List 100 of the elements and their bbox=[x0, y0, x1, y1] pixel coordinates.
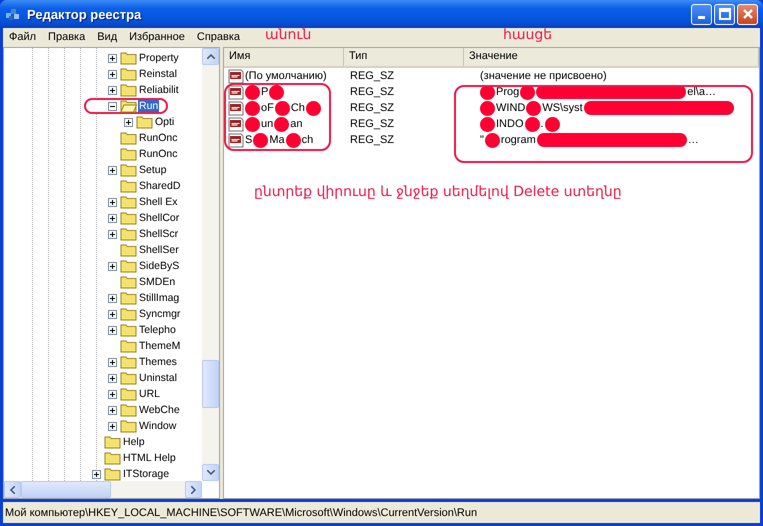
vertical-scrollbar[interactable] bbox=[202, 48, 219, 481]
expand-icon[interactable] bbox=[108, 358, 116, 366]
tree-item[interactable]: Reinstal bbox=[138, 68, 178, 80]
expand-icon[interactable] bbox=[108, 310, 116, 318]
menu-item[interactable]: Файл bbox=[3, 31, 42, 43]
string-value-icon bbox=[228, 132, 244, 148]
tree-item[interactable]: Reliabilit bbox=[138, 84, 180, 96]
window-title: Редактор реестра bbox=[27, 6, 142, 22]
redaction-mark bbox=[544, 116, 560, 132]
expand-icon[interactable] bbox=[108, 374, 116, 382]
expand-icon[interactable] bbox=[108, 214, 116, 222]
folder-icon bbox=[120, 259, 137, 273]
table-cell: WS\syst bbox=[542, 102, 583, 114]
expand-icon[interactable] bbox=[124, 118, 132, 126]
redaction-mark bbox=[286, 132, 301, 148]
tree-item[interactable]: ShellCor bbox=[138, 212, 180, 224]
scroll-thumb[interactable] bbox=[21, 481, 111, 498]
minimize-button[interactable] bbox=[691, 4, 712, 24]
collapse-icon[interactable] bbox=[108, 102, 116, 110]
expand-icon[interactable] bbox=[108, 326, 116, 334]
maximize-button[interactable] bbox=[714, 4, 735, 24]
folder-icon bbox=[120, 195, 137, 209]
string-value-icon bbox=[228, 68, 244, 84]
table-cell: P bbox=[261, 86, 268, 98]
redaction-mark bbox=[480, 116, 495, 132]
tree-item[interactable]: Shell Ex bbox=[138, 196, 179, 208]
tree-item[interactable]: URL bbox=[138, 388, 162, 400]
close-button[interactable] bbox=[737, 4, 758, 24]
tree-item[interactable]: Uninstal bbox=[138, 372, 178, 384]
tree-item[interactable]: Syncmgr bbox=[138, 308, 182, 320]
folder-icon bbox=[120, 307, 137, 321]
scroll-thumb[interactable] bbox=[202, 360, 219, 408]
redaction-mark bbox=[306, 100, 321, 116]
folder-icon bbox=[120, 99, 137, 113]
expand-icon[interactable] bbox=[108, 86, 116, 94]
menu-item[interactable]: Избранное bbox=[123, 31, 191, 43]
redaction-mark bbox=[524, 116, 540, 132]
expand-icon[interactable] bbox=[108, 230, 116, 238]
annotation-label: անուն bbox=[265, 27, 312, 43]
annotation-text: ընտրեք վիրուսը և ջնջեք սեղմելով Delete ստեղնը bbox=[254, 184, 623, 200]
redaction-mark bbox=[274, 116, 290, 132]
column-header[interactable]: Тип bbox=[344, 48, 464, 66]
redaction-mark bbox=[253, 132, 268, 148]
folder-icon bbox=[120, 339, 137, 353]
folder-icon bbox=[120, 131, 137, 145]
tree-item[interactable]: RunOnc bbox=[138, 148, 179, 160]
expand-icon[interactable] bbox=[108, 294, 116, 302]
tree-item[interactable]: RunOnc bbox=[138, 132, 179, 144]
table-cell: WIND bbox=[496, 102, 526, 114]
tree-item[interactable]: ShellSer bbox=[138, 244, 180, 256]
registry-cubes-icon bbox=[5, 6, 21, 22]
folder-icon bbox=[120, 419, 137, 433]
status-bar: Мой компьютер\HKEY_LOCAL_MACHINE\SOFTWARE\Microsoft\Windows\CurrentVersion\Run bbox=[3, 502, 760, 523]
scroll-left-icon bbox=[10, 486, 15, 494]
table-cell: . bbox=[540, 118, 544, 130]
tree-item[interactable]: HTML Help bbox=[122, 452, 177, 464]
menu-item[interactable]: Правка bbox=[42, 31, 92, 43]
tree-item[interactable]: Window bbox=[138, 420, 178, 432]
tree-item[interactable]: SharedD bbox=[138, 180, 182, 192]
table-cell: (По умолчанию) bbox=[245, 70, 327, 82]
expand-icon[interactable] bbox=[108, 54, 116, 62]
tree-item[interactable]: Setup bbox=[138, 164, 168, 176]
expand-icon[interactable] bbox=[108, 406, 116, 414]
expand-icon[interactable] bbox=[108, 262, 116, 270]
expand-icon[interactable] bbox=[92, 470, 100, 478]
close-icon bbox=[742, 8, 754, 20]
menu-item[interactable]: Справка bbox=[190, 31, 246, 43]
tree-item[interactable]: Themes bbox=[138, 356, 178, 368]
tree-item[interactable]: WebChe bbox=[138, 404, 181, 416]
expand-icon[interactable] bbox=[108, 198, 116, 206]
tree-item[interactable]: SideByS bbox=[138, 260, 180, 272]
column-header[interactable]: Значение bbox=[464, 48, 759, 66]
table-cell: el\a… bbox=[687, 86, 716, 98]
tree-item[interactable]: ITStorage bbox=[122, 468, 170, 480]
tree-item[interactable]: ThemeM bbox=[138, 340, 182, 352]
menu-item[interactable]: Вид bbox=[91, 31, 124, 43]
expand-icon[interactable] bbox=[108, 70, 116, 78]
tree-item[interactable]: Help bbox=[122, 436, 146, 448]
tree-item[interactable]: StillImag bbox=[138, 292, 180, 304]
tree-item[interactable]: Telepho bbox=[138, 324, 177, 336]
table-cell: (значение не присвоено) bbox=[480, 70, 607, 82]
folder-icon bbox=[120, 211, 137, 225]
table-cell: rogram bbox=[500, 134, 536, 146]
expand-icon[interactable] bbox=[108, 422, 116, 430]
expand-icon[interactable] bbox=[108, 166, 116, 174]
horizontal-scrollbar[interactable] bbox=[4, 481, 202, 498]
table-cell: S bbox=[245, 134, 252, 146]
tree-item[interactable]: Property bbox=[138, 52, 180, 64]
expand-icon[interactable] bbox=[108, 390, 116, 398]
tree-item[interactable]: Run bbox=[138, 100, 160, 112]
table-cell: … bbox=[688, 134, 699, 146]
folder-icon bbox=[120, 291, 137, 305]
tree-item[interactable]: ShellScr bbox=[138, 228, 180, 240]
column-header[interactable]: Имя bbox=[224, 48, 344, 66]
folder-icon bbox=[120, 163, 137, 177]
minimize-icon bbox=[698, 16, 705, 18]
tree-item[interactable]: SMDEn bbox=[138, 276, 176, 288]
tree-item[interactable]: Opti bbox=[154, 116, 176, 128]
folder-icon bbox=[120, 387, 137, 401]
table-cell: Ma bbox=[269, 134, 285, 146]
